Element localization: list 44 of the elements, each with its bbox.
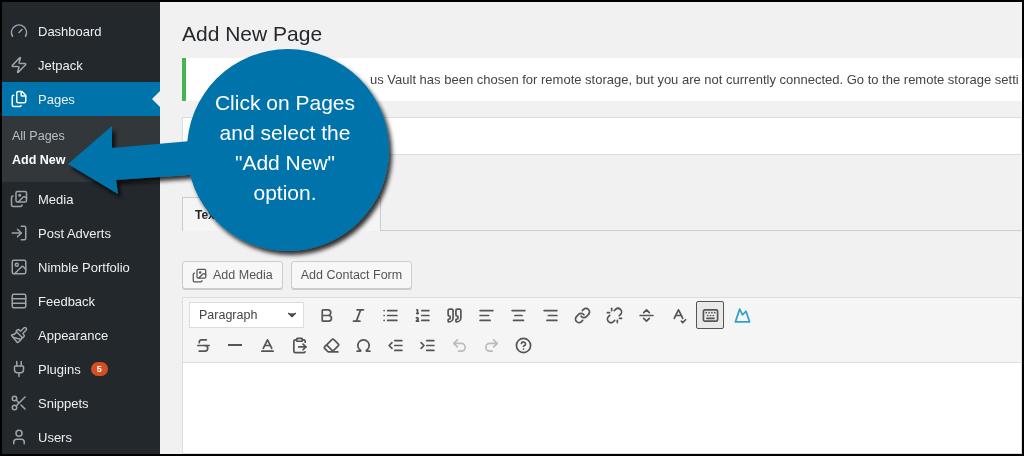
sidebar-item[interactable]: Dashboard — [2, 14, 160, 48]
sidebar-item[interactable]: Plugins 5 — [2, 352, 160, 386]
menu-icon — [10, 326, 28, 344]
numbered-list-icon — [413, 306, 431, 324]
toolbar-button[interactable] — [696, 301, 724, 329]
add-media-button[interactable]: Add Media — [182, 261, 283, 289]
menu-icon — [10, 90, 28, 108]
sidebar-item[interactable]: Post Adverts — [2, 216, 160, 250]
sidebar-item[interactable]: Media — [2, 182, 160, 216]
menu-icon — [10, 428, 28, 446]
format-select[interactable]: Paragraph — [189, 302, 304, 328]
submenu-item[interactable]: All Pages — [2, 124, 160, 148]
count-badge: 5 — [90, 362, 108, 376]
horizontal-line-icon — [228, 344, 242, 346]
text-color-icon — [258, 336, 276, 354]
sidebar-item[interactable]: Users — [2, 420, 160, 454]
redo-icon — [482, 336, 500, 354]
quote-icon — [445, 306, 463, 324]
media-icon — [192, 267, 207, 283]
menu-icon — [10, 22, 28, 40]
link-icon — [573, 306, 591, 324]
sidebar-item[interactable]: Pages — [2, 82, 160, 116]
menu-icon — [10, 56, 28, 74]
eraser-icon — [322, 336, 340, 354]
strikethrough-icon — [194, 336, 212, 354]
menu-icon — [10, 190, 28, 208]
sidebar-item[interactable]: Snippets — [2, 386, 160, 420]
omega-icon — [354, 336, 372, 354]
add-contact-form-button[interactable]: Add Contact Form — [290, 261, 413, 289]
menu-icon — [10, 394, 28, 412]
paste-text-icon — [290, 336, 308, 354]
unlink-icon — [605, 306, 623, 324]
menu-icon — [10, 292, 28, 310]
menu-icon — [10, 258, 28, 276]
help-icon — [514, 336, 532, 354]
image-icon — [733, 306, 751, 324]
sidebar-item[interactable]: Feedback — [2, 284, 160, 318]
keyboard-icon — [701, 306, 719, 324]
undo-icon — [450, 336, 468, 354]
sidebar-item[interactable]: Appearance — [2, 318, 160, 352]
sidebar-item[interactable]: Jetpack — [2, 48, 160, 82]
menu-icon — [10, 224, 28, 242]
sidebar-item[interactable]: Nimble Portfolio — [2, 250, 160, 284]
page-title: Add New Page — [182, 22, 324, 46]
